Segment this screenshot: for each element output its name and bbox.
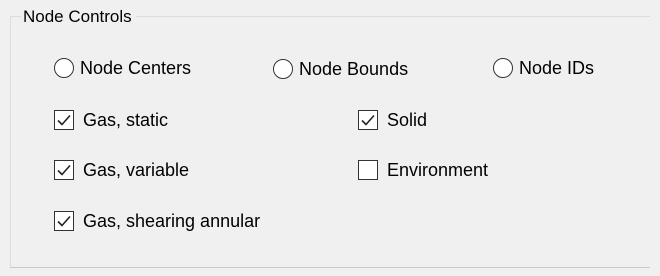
radio-node-centers[interactable]: Node Centers [54, 57, 191, 79]
checkbox-gas-shearing-annular-label: Gas, shearing annular [83, 211, 261, 231]
checkbox-gas-static-label: Gas, static [83, 110, 169, 130]
checkbox-environment[interactable]: Environment [358, 159, 488, 181]
radio-node-bounds-label: Node Bounds [299, 59, 409, 79]
checkbox-gas-static[interactable]: Gas, static [54, 109, 168, 131]
radio-circle-icon[interactable] [54, 58, 74, 78]
radio-node-centers-label: Node Centers [80, 58, 192, 78]
radio-node-bounds[interactable]: Node Bounds [273, 58, 408, 80]
checkbox-empty-icon[interactable] [358, 160, 378, 180]
radio-circle-icon[interactable] [273, 59, 293, 79]
checkbox-gas-shearing-annular[interactable]: Gas, shearing annular [54, 210, 260, 232]
checkbox-solid-label: Solid [387, 110, 428, 130]
checkmark-icon[interactable] [358, 110, 378, 130]
checkbox-gas-variable[interactable]: Gas, variable [54, 159, 189, 181]
checkbox-solid[interactable]: Solid [358, 109, 427, 131]
radio-node-ids-label: Node IDs [519, 58, 595, 78]
checkmark-icon[interactable] [54, 211, 74, 231]
checkmark-icon[interactable] [54, 110, 74, 130]
checkbox-gas-variable-label: Gas, variable [83, 160, 190, 180]
radio-node-ids[interactable]: Node IDs [493, 57, 594, 79]
checkmark-icon[interactable] [54, 160, 74, 180]
group-title: Node Controls [21, 6, 136, 28]
radio-circle-icon[interactable] [493, 58, 513, 78]
checkbox-environment-label: Environment [387, 160, 489, 180]
